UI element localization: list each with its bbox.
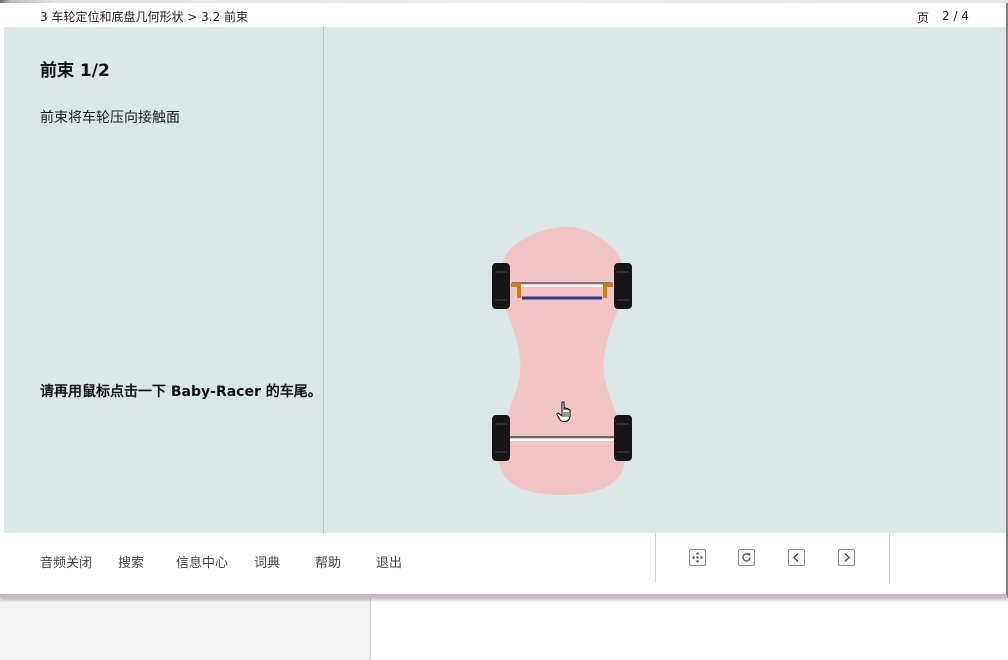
animation-stage [324,27,1006,533]
rear-right-tire [614,415,632,461]
hand-pointer-cursor-icon [556,401,571,422]
footer-divider-left [655,533,656,583]
front-left-tire [492,263,510,309]
reload-icon [742,553,751,562]
section-description: 前束将车轮压向接触面 [40,110,180,126]
audio-off-button[interactable]: 音频关闭 [40,552,92,571]
instruction-text: 请再用鼠标点击一下 Baby-Racer 的车尾。 [40,384,322,400]
baby-racer-car-icon[interactable] [492,223,632,503]
front-right-tire [614,263,632,309]
previous-icon [793,553,799,562]
help-button[interactable]: 帮助 [315,552,341,571]
section-title: 前束 1/2 [40,61,110,81]
move-icon [692,552,703,563]
background-window-area [0,598,1008,660]
previous-page-button[interactable] [788,549,805,566]
footer-toolbar: 音频关闭 搜索 信息中心 词典 帮助 退出 [4,533,1006,594]
content-area: 前束 1/2 前束将车轮压向接触面 请再用鼠标点击一下 Baby-Racer 的… [4,27,1006,533]
training-window: 3 车轮定位和底盘几何形状 > 3.2 前束 页 2 / 4 前束 1/2 前束… [0,3,1008,598]
next-page-button[interactable] [838,549,855,566]
next-icon [844,553,850,562]
rear-left-tire [492,415,510,461]
top-bar: 3 车轮定位和底盘几何形状 > 3.2 前束 页 2 / 4 [0,3,1006,27]
move-button[interactable] [689,549,706,566]
info-center-button[interactable]: 信息中心 [176,552,228,571]
page-indicator: 2 / 4 [942,9,969,23]
footer-divider-right [889,533,890,583]
search-button[interactable]: 搜索 [118,552,144,571]
dictionary-button[interactable]: 词典 [254,552,280,571]
reload-button[interactable] [738,549,755,566]
text-panel: 前束 1/2 前束将车轮压向接触面 请再用鼠标点击一下 Baby-Racer 的… [4,27,324,533]
car-body [498,226,626,495]
exit-button[interactable]: 退出 [376,552,402,571]
page-label: 页 [917,11,930,25]
breadcrumb: 3 车轮定位和底盘几何形状 > 3.2 前束 [40,10,249,24]
background-panel [371,598,1008,660]
